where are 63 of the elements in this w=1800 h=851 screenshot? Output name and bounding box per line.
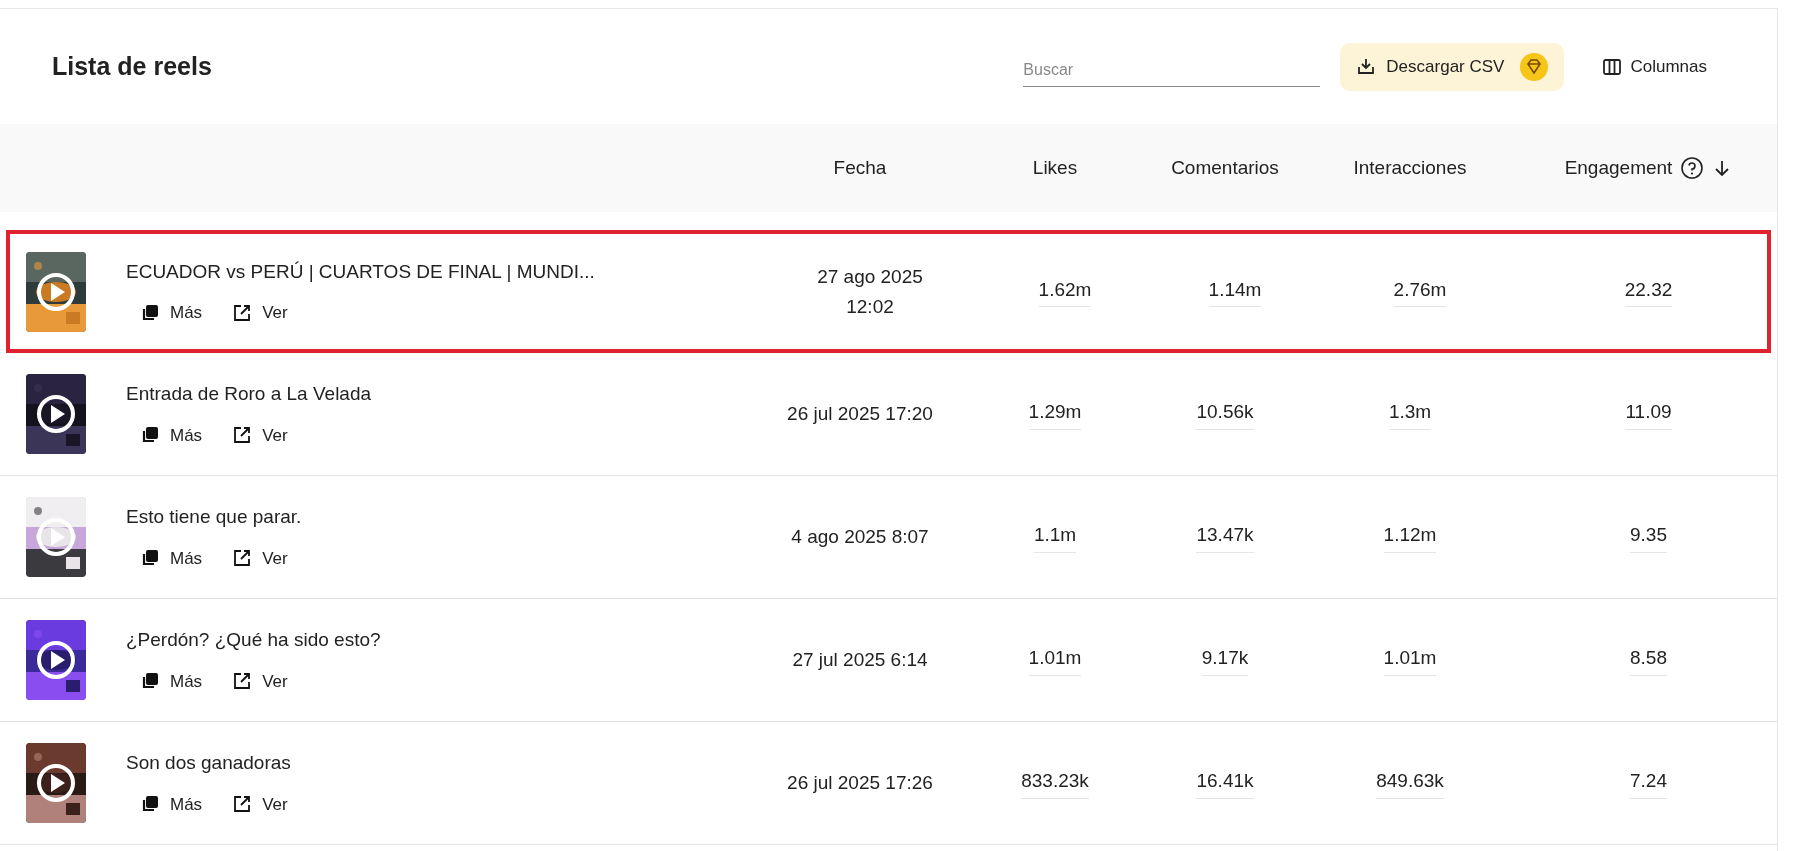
- play-icon: [36, 271, 76, 312]
- metric-value: 1.12m: [1383, 521, 1437, 553]
- metric-value: 833.23k: [1021, 767, 1089, 799]
- metric-value: 1.3m: [1388, 398, 1432, 430]
- view-link[interactable]: Ver: [232, 300, 288, 326]
- metric-value: 849.63k: [1376, 767, 1444, 799]
- columns-button[interactable]: Columnas: [1602, 53, 1707, 80]
- reel-title: Entrada de Roro a La Velada: [126, 382, 372, 406]
- search-field[interactable]: Buscar: [1023, 46, 1321, 87]
- column-header[interactable]: Engagement: [1564, 153, 1733, 183]
- section-title: Lista de reels: [52, 50, 212, 82]
- metric-value: 8.58: [1630, 644, 1667, 676]
- more-button[interactable]: Más: [140, 422, 203, 448]
- metric-value: 7.24: [1630, 767, 1667, 799]
- column-header[interactable]: Comentarios: [1171, 153, 1279, 183]
- metric-value: 9.17k: [1201, 644, 1249, 676]
- column-header[interactable]: Interacciones: [1353, 153, 1467, 183]
- column-header[interactable]: Likes: [1032, 153, 1078, 183]
- play-icon: [36, 640, 76, 680]
- more-button[interactable]: Más: [140, 300, 203, 326]
- view-link[interactable]: Ver: [232, 668, 288, 694]
- date-text: 4 ago 2025 8:07: [791, 525, 929, 549]
- date-text: 27 jul 2025 6:14: [792, 648, 928, 672]
- metric-value: 13.47k: [1196, 521, 1254, 553]
- play-icon: [36, 517, 76, 557]
- metric-value: 9.35: [1630, 521, 1667, 553]
- metric-value: 1.62m: [1038, 275, 1092, 308]
- date-text: 26 jul 2025 17:20: [787, 402, 933, 426]
- metric-value: 10.56k: [1196, 398, 1254, 430]
- column-header[interactable]: Fecha: [833, 153, 887, 183]
- metric-value: 2.76m: [1393, 275, 1447, 308]
- external-link-icon: [232, 425, 253, 446]
- view-link[interactable]: Ver: [232, 545, 288, 571]
- help-icon: [1680, 156, 1705, 180]
- metric-value: 16.41k: [1196, 767, 1254, 799]
- columns-icon: [1602, 56, 1623, 77]
- copy-icon: [140, 302, 160, 323]
- reel-title: Son dos ganadoras: [126, 751, 291, 775]
- metric-value: 22.32: [1624, 275, 1673, 308]
- metric-value: 1.1m: [1033, 521, 1077, 553]
- metric-value: 1.01m: [1028, 644, 1082, 676]
- metric-value: 1.01m: [1383, 644, 1437, 676]
- external-link-icon: [232, 671, 253, 692]
- external-link-icon: [232, 302, 253, 323]
- external-link-icon: [232, 794, 253, 815]
- view-link[interactable]: Ver: [232, 422, 288, 448]
- play-icon: [36, 394, 76, 434]
- more-button[interactable]: Más: [140, 668, 203, 694]
- metric-value: 1.29m: [1028, 398, 1082, 430]
- download-icon: [1356, 56, 1377, 77]
- external-link-icon: [232, 548, 253, 569]
- date-text: 27 ago 2025 12:02: [817, 264, 923, 319]
- metric-value: 1.14m: [1208, 275, 1262, 308]
- play-icon: [36, 763, 76, 803]
- metric-value: 11.09: [1625, 398, 1672, 430]
- date-text: 26 jul 2025 17:26: [787, 771, 933, 795]
- reel-title: ¿Perdón? ¿Qué ha sido esto?: [126, 628, 381, 652]
- more-button[interactable]: Más: [140, 791, 203, 817]
- download-csv-button[interactable]: Descargar CSV: [1340, 42, 1565, 91]
- view-link[interactable]: Ver: [232, 791, 288, 817]
- reel-title: ECUADOR vs PERÚ | CUARTOS DE FINAL | MUNDI...: [126, 259, 595, 284]
- more-button[interactable]: Más: [140, 545, 203, 571]
- reel-title: Esto tiene que parar.: [126, 505, 302, 529]
